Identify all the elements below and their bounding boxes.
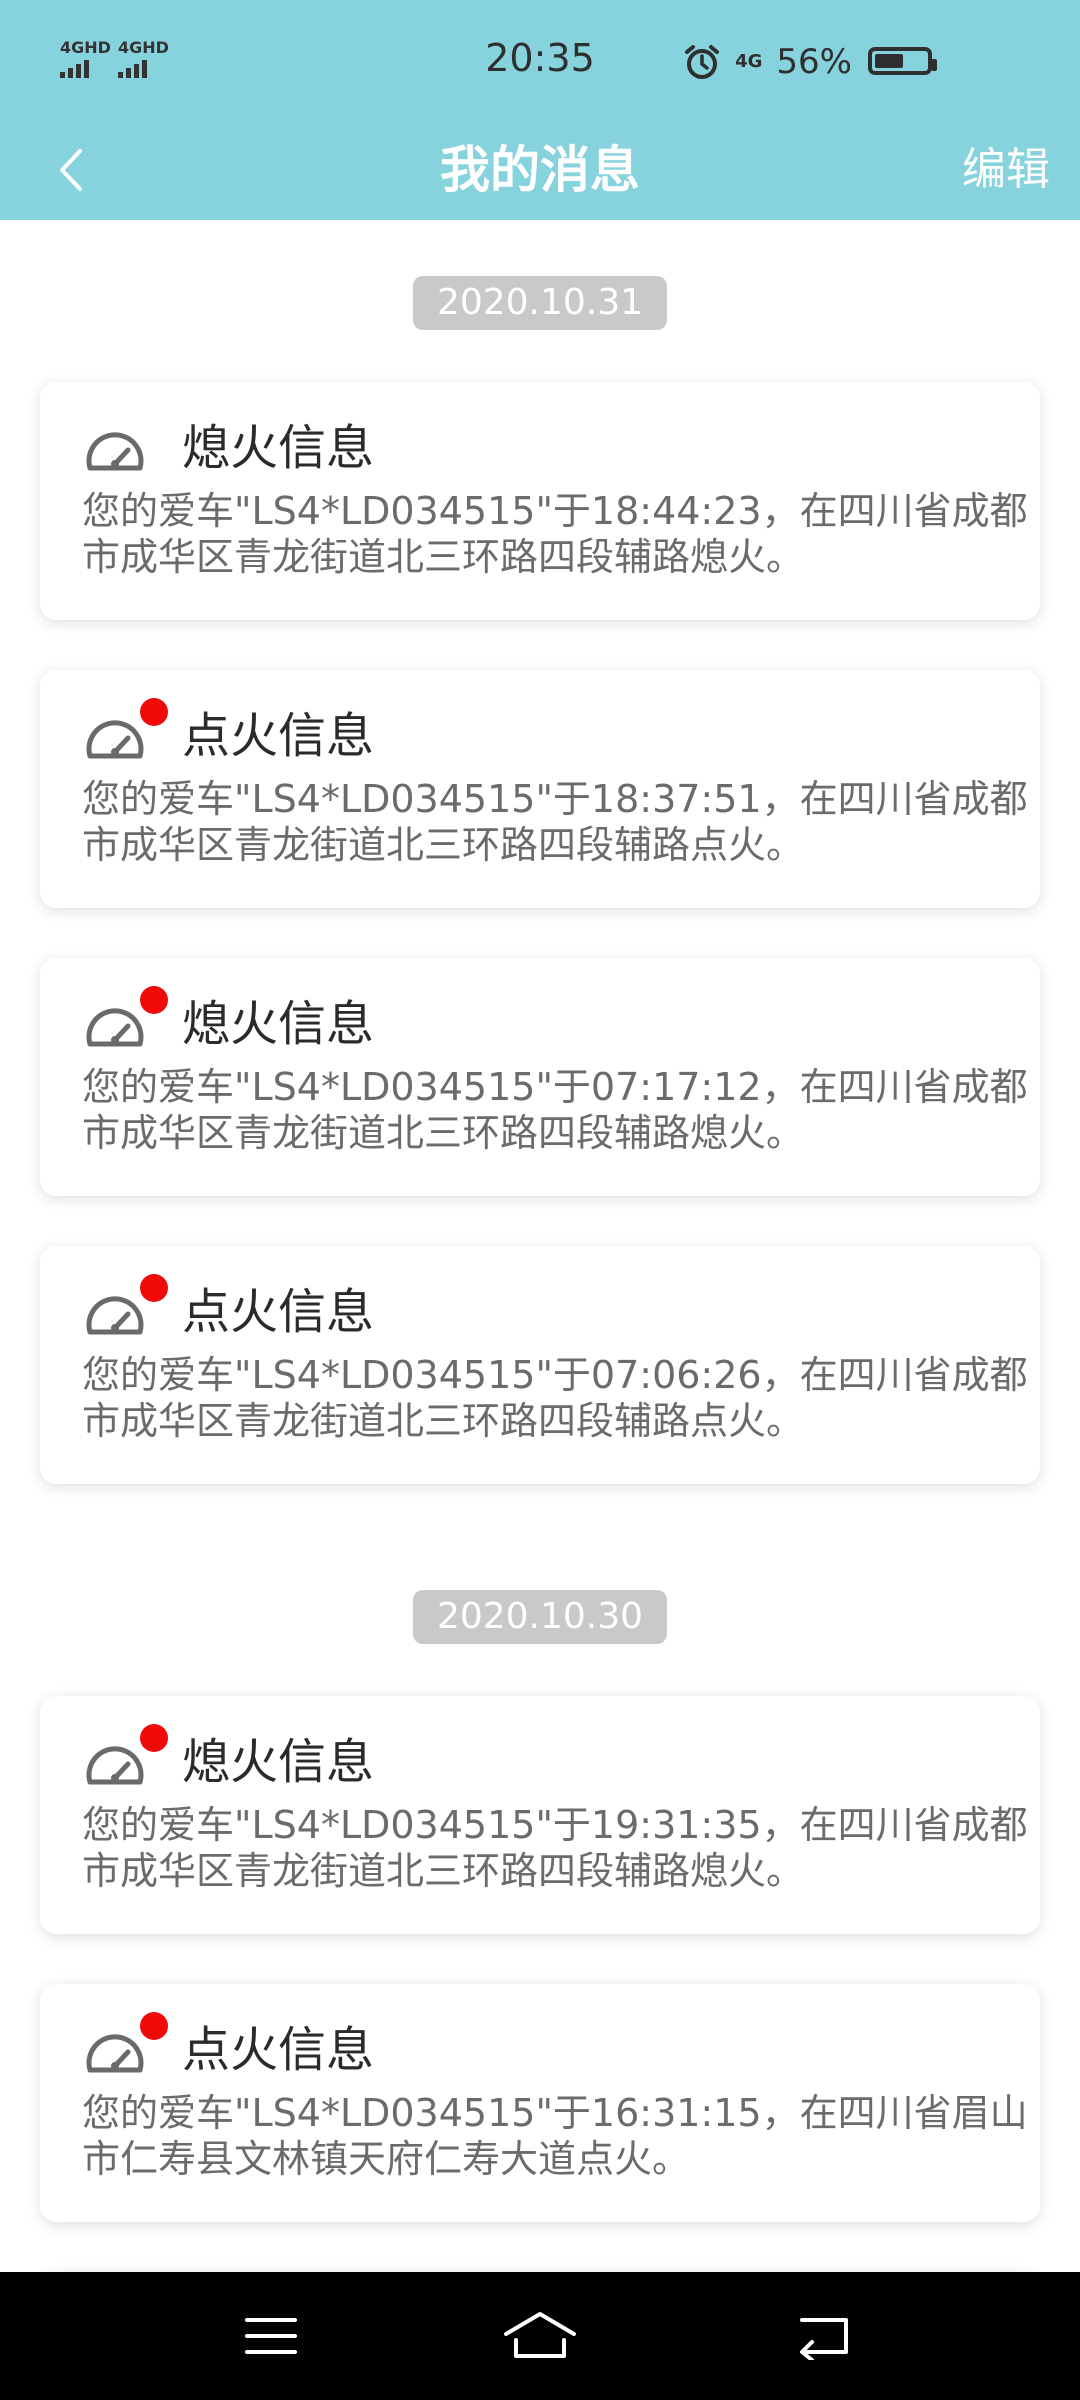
message-text: 您的爱车"LS4*LD034515"于07:06:26，在四川省成都市成华区青龙… xyxy=(82,1353,1028,1443)
message-title: 点火信息 xyxy=(182,1284,375,1340)
message-text: 您的爱车"LS4*LD034515"于18:44:23，在四川省成都市成华区青龙… xyxy=(82,489,1028,579)
message-list[interactable]: 2020.10.31 熄火信息 您的爱车"LS4*LD034515"于18:44:2… xyxy=(0,220,1080,2272)
status-right-group: 4G 56% xyxy=(683,38,852,86)
speedometer-icon xyxy=(86,1008,144,1047)
message-text: 您的爱车"LS4*LD034515"于16:31:15，在四川省眉山市仁寿县文林… xyxy=(82,2091,1028,2181)
message-text: 您的爱车"LS4*LD034515"于19:31:35，在四川省成都市成华区青龙… xyxy=(82,1803,1028,1893)
menu-icon xyxy=(245,2318,297,2354)
nav-menu-button[interactable] xyxy=(221,2292,321,2380)
speedometer-icon xyxy=(86,720,144,759)
message-card[interactable]: 熄火信息您的爱车"LS4*LD034515"于07:17:12，在四川省成都市成… xyxy=(40,958,1040,1196)
nav-back-button[interactable] xyxy=(774,2292,874,2380)
home-icon xyxy=(504,2312,576,2358)
message-card[interactable]: 熄火信息您的爱车"LS4*LD034515"于18:44:23，在四川省成都市成… xyxy=(40,382,1040,620)
battery-percent: 56% xyxy=(776,42,852,82)
message-card[interactable]: 熄火信息您的爱车"LS4*LD034515"于19:31:35，在四川省成都市成… xyxy=(40,1696,1040,1934)
unread-dot xyxy=(140,2012,168,2040)
battery-fill xyxy=(875,54,903,68)
status-bar: 4GHD 4GHD 20:35 4G 56% xyxy=(0,0,1080,120)
message-card[interactable]: 点火信息您的爱车"LS4*LD034515"于07:06:26，在四川省成都市成… xyxy=(40,1246,1040,1484)
message-title: 点火信息 xyxy=(182,708,375,764)
message-title: 点火信息 xyxy=(182,2022,375,2078)
page-title: 我的消息 xyxy=(440,141,640,199)
back-arrow-icon xyxy=(800,2318,848,2360)
edit-button[interactable]: 编辑 xyxy=(962,120,1050,220)
message-title: 熄火信息 xyxy=(182,996,375,1052)
message-title: 熄火信息 xyxy=(182,420,375,476)
nav-home-button[interactable] xyxy=(490,2292,590,2380)
speedometer-icon xyxy=(86,1746,144,1785)
unread-dot xyxy=(140,1724,168,1752)
network-type: 4G xyxy=(735,51,763,72)
alarm-clock-icon xyxy=(685,45,720,79)
speedometer-icon xyxy=(86,1296,144,1335)
speedometer-icon xyxy=(86,432,144,471)
speedometer-icon xyxy=(86,2034,144,2073)
battery-icon xyxy=(868,47,937,75)
unread-dot xyxy=(140,986,168,1014)
message-card[interactable]: 点火信息您的爱车"LS4*LD034515"于16:31:15，在四川省眉山市仁… xyxy=(40,1984,1040,2222)
message-card[interactable]: 点火信息您的爱车"LS4*LD034515"于18:37:51，在四川省成都市成… xyxy=(40,670,1040,908)
system-navigation-bar xyxy=(0,2272,1080,2400)
unread-dot xyxy=(140,1274,168,1302)
date-chip: 2020.10.31 xyxy=(412,276,668,330)
app-header: 我的消息 编辑 xyxy=(0,120,1080,220)
message-text: 您的爱车"LS4*LD034515"于18:37:51，在四川省成都市成华区青龙… xyxy=(82,777,1028,867)
unread-dot xyxy=(140,698,168,726)
app-screen: 4GHD 4GHD 20:35 4G 56% 我的消息 编辑 2020.10.3… xyxy=(0,0,1080,2400)
message-title: 熄火信息 xyxy=(182,1734,375,1790)
message-text: 您的爱车"LS4*LD034515"于07:17:12，在四川省成都市成华区青龙… xyxy=(82,1065,1028,1155)
date-chip: 2020.10.30 xyxy=(412,1590,668,1644)
